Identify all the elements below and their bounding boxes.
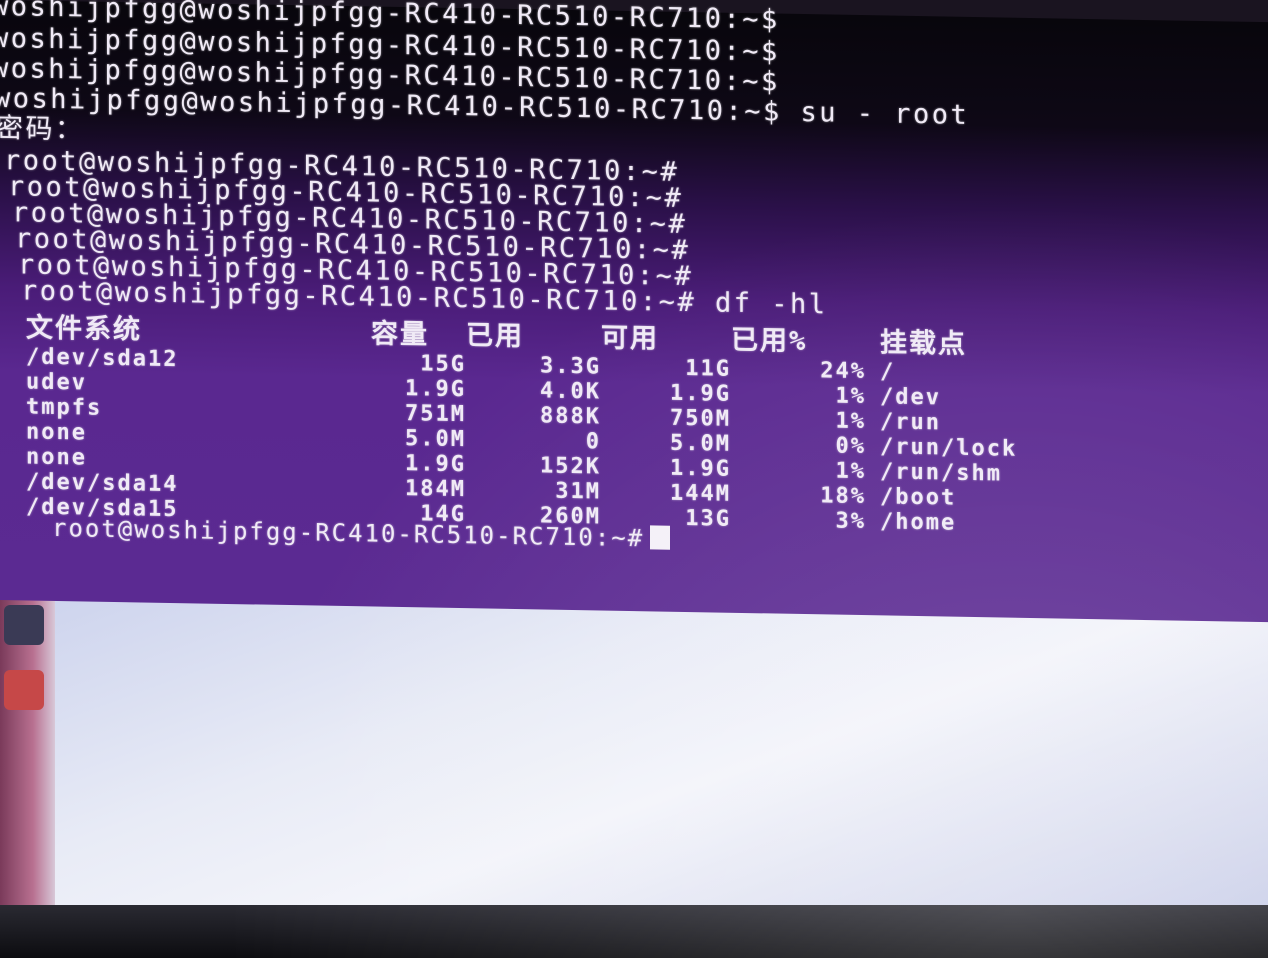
cell-available: 144M xyxy=(670,480,731,507)
cell-available: 5.0M xyxy=(670,430,731,457)
password-prompt: 密码： xyxy=(0,112,85,146)
df-output-table: 文件系统 容量 已用 可用 已用% 挂载点 /dev/sda12 15G 3.3… xyxy=(26,310,1120,538)
cell-used: 3.3G xyxy=(540,353,601,380)
header-available: 可用 xyxy=(601,321,659,355)
cell-use-percent: 1% xyxy=(835,458,867,485)
cell-use-percent: 18% xyxy=(820,483,866,510)
cell-used: 152K xyxy=(540,453,601,480)
cell-mount-point: /home xyxy=(880,509,957,536)
cell-used: 31M xyxy=(555,478,601,505)
cell-used: 888K xyxy=(540,403,601,430)
terminal-window[interactable]: woshijpfgg@woshijpfgg-RC410-RC510-RC710:… xyxy=(0,0,1268,623)
terminal-line: woshijpfgg@woshijpfgg-RC410-RC510-RC710:… xyxy=(0,82,970,131)
monitor-bezel xyxy=(0,905,1268,958)
cell-available: 750M xyxy=(670,405,731,432)
cell-used: 0 xyxy=(585,429,601,455)
cell-size: 1.9G xyxy=(405,451,466,478)
cell-use-percent: 0% xyxy=(835,433,867,460)
header-mount-point: 挂载点 xyxy=(880,326,967,360)
desktop-wallpaper xyxy=(0,575,1268,958)
cell-size: 184M xyxy=(405,476,466,503)
cell-size: 1.9G xyxy=(405,376,466,403)
cell-available: 1.9G xyxy=(670,455,731,482)
launcher-app-icon[interactable] xyxy=(4,670,44,710)
cell-size: 15G xyxy=(420,351,466,378)
cell-size: 5.0M xyxy=(405,426,466,453)
cell-available: 1.9G xyxy=(670,380,731,407)
cell-available: 11G xyxy=(685,355,731,382)
launcher-app-icon[interactable] xyxy=(4,605,44,645)
cell-size: 751M xyxy=(405,401,466,428)
cell-use-percent: 24% xyxy=(820,358,866,385)
cell-use-percent: 3% xyxy=(835,508,867,535)
cell-use-percent: 1% xyxy=(835,383,867,410)
terminal-cursor-icon xyxy=(650,525,671,550)
header-used: 已用 xyxy=(466,319,524,352)
header-size: 容量 xyxy=(371,317,429,350)
header-use-percent: 已用% xyxy=(731,324,808,357)
cell-use-percent: 1% xyxy=(835,408,867,435)
cell-used: 4.0K xyxy=(540,378,601,405)
